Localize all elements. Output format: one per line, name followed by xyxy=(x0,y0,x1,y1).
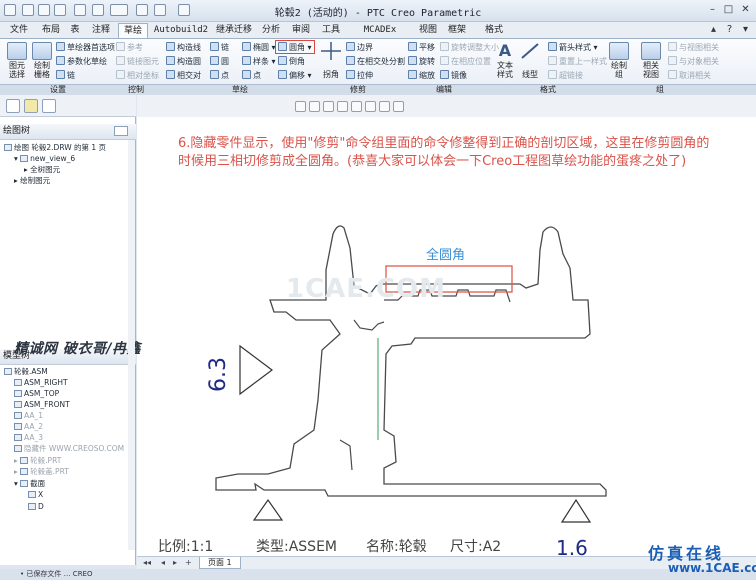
title-scale: 比例:1:1 xyxy=(158,539,214,555)
page-tab[interactable]: 页面 1 xyxy=(199,557,241,569)
tutorial-annotation: 6.隐藏零件显示，使用"修剪"命令组里面的命令修整得到正确的剖切区域，这里在修剪… xyxy=(178,136,710,169)
full-round-label: 全圆角 xyxy=(426,248,466,263)
roughness-symbol-left xyxy=(239,344,273,396)
brand-logo: 仿真在线 www.1CAE.com xyxy=(640,540,756,578)
title-name: 名称:轮毂 xyxy=(366,539,427,555)
roughness-value-left: 6.3 xyxy=(206,357,231,392)
roughness-symbol-bottom-left xyxy=(252,498,284,521)
add-page-icon[interactable]: + xyxy=(185,558,192,567)
bore-step xyxy=(339,439,353,471)
author-overlay: 精诚网 破衣哥/冉鑫 xyxy=(14,341,141,357)
watermark: 1CAE.COM xyxy=(286,274,446,304)
brand-url: www.1CAE.com xyxy=(668,561,756,575)
title-size: 尺寸:A2 xyxy=(450,539,502,555)
title-type: 类型:ASSEM xyxy=(256,539,337,555)
inner-step xyxy=(353,319,385,331)
prev-page-icon[interactable]: ◂ xyxy=(161,558,165,567)
status-message: • 已保存文件 … CREO xyxy=(20,570,93,578)
first-page-icon[interactable]: ◂◂ xyxy=(143,558,151,567)
next-page-icon[interactable]: ▸ xyxy=(173,558,177,567)
tree-scrollbar[interactable] xyxy=(128,140,135,550)
roughness-symbol-bottom-right xyxy=(560,498,592,523)
